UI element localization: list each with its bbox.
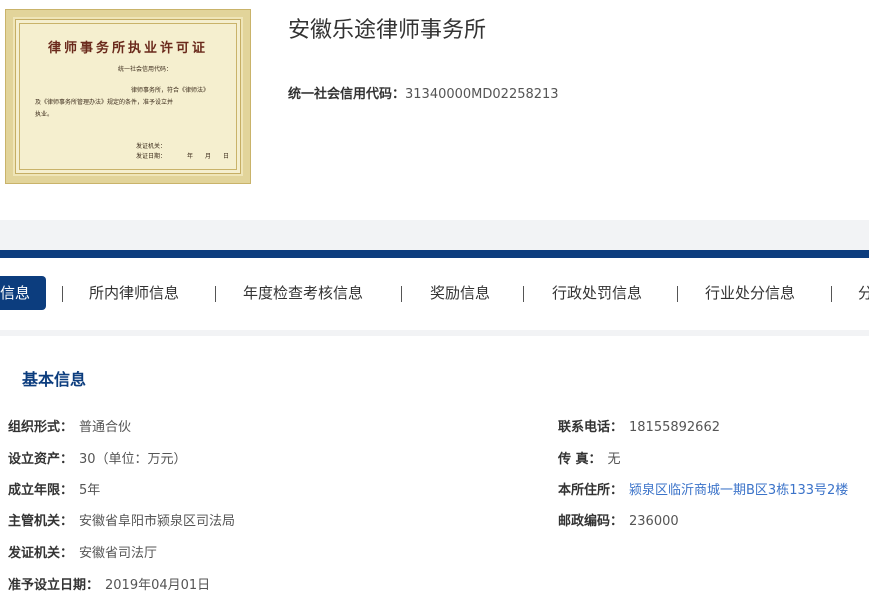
credit-code-label: 统一社会信用代码： [288, 87, 406, 102]
license-certificate-image: 律师事务所执业许可证 统一社会信用代码： 律师事务所，符合《律师法》 及《律师事… [5, 9, 251, 184]
section-divider [0, 330, 869, 336]
certificate-line: 发证日期： 年 月 日 [136, 153, 230, 160]
tab-separator [523, 286, 524, 302]
tab-lawyers[interactable]: 所内律师信息 [89, 276, 179, 310]
info-row-approval-date: 准予设立日期： 2019年04月01日 [8, 574, 210, 593]
info-label: 发证机关： [8, 546, 74, 561]
info-row-address: 本所住所： 颍泉区临沂商城一期B区3栋133号2楼 [558, 479, 848, 498]
info-value: 5年 [79, 483, 101, 498]
tab-annual-inspection[interactable]: 年度检查考核信息 [243, 276, 363, 310]
info-value: 30（单位：万元） [79, 452, 187, 467]
tabs-top-bar [0, 250, 869, 258]
info-label: 本所住所： [558, 483, 624, 498]
certificate-title: 律师事务所执业许可证 [47, 41, 208, 56]
tab-more[interactable]: 分 [858, 276, 869, 310]
info-label: 传 真： [558, 452, 602, 467]
info-value: 2019年04月01日 [105, 578, 211, 593]
basic-info-title: 基本信息 [22, 370, 87, 389]
certificate-line: 发证机关： [136, 143, 167, 150]
credit-code-value: 31340000MD02258213 [405, 87, 559, 102]
tab-separator [831, 286, 832, 302]
firm-header: 律师事务所执业许可证 统一社会信用代码： 律师事务所，符合《律师法》 及《律师事… [0, 0, 869, 220]
tab-separator [677, 286, 678, 302]
info-value: 安徽省司法厅 [79, 546, 158, 561]
credit-code: 统一社会信用代码：31340000MD02258213 [288, 83, 559, 102]
info-row-issuing-authority: 发证机关： 安徽省司法厅 [8, 542, 157, 561]
info-label: 主管机关： [8, 514, 74, 529]
section-divider [0, 220, 869, 250]
firm-name: 安徽乐途律师事务所 [288, 17, 487, 42]
certificate-line: 律师事务所，符合《律师法》 [131, 87, 210, 94]
certificate-line: 执业。 [35, 111, 54, 118]
info-value: 236000 [629, 514, 679, 529]
tab-basic-info[interactable]: 信息 [0, 276, 47, 310]
address-link[interactable]: 颍泉区临沂商城一期B区3栋133号2楼 [629, 483, 848, 498]
info-row-supervising-authority: 主管机关： 安徽省阜阳市颍泉区司法局 [8, 510, 235, 529]
info-label: 组织形式： [8, 420, 74, 435]
info-row-years-established: 成立年限： 5年 [8, 479, 100, 498]
info-row-registered-capital: 设立资产： 30（单位：万元） [8, 448, 187, 467]
info-label: 联系电话： [558, 420, 624, 435]
info-tabs: 信息 所内律师信息 年度检查考核信息 奖励信息 行政处罚信息 行业处分信息 分 [0, 258, 869, 330]
certificate-line: 及《律师事务所管理办法》规定的条件，准予设立并 [35, 99, 174, 106]
info-label: 准予设立日期： [8, 578, 100, 593]
tab-separator [62, 286, 63, 302]
info-row-postal-code: 邮政编码： 236000 [558, 510, 679, 529]
info-row-fax: 传 真： 无 [558, 448, 621, 467]
info-label: 设立资产： [8, 452, 74, 467]
tab-administrative-penalties[interactable]: 行政处罚信息 [552, 276, 642, 310]
info-label: 邮政编码： [558, 514, 624, 529]
info-row-organization-form: 组织形式： 普通合伙 [8, 416, 131, 435]
info-value: 普通合伙 [79, 420, 132, 435]
info-label: 成立年限： [8, 483, 74, 498]
tab-awards[interactable]: 奖励信息 [430, 276, 490, 310]
tab-separator [215, 286, 216, 302]
tab-industry-sanctions[interactable]: 行业处分信息 [705, 276, 795, 310]
info-value: 安徽省阜阳市颍泉区司法局 [79, 514, 236, 529]
info-value: 18155892662 [629, 420, 720, 435]
info-row-phone: 联系电话： 18155892662 [558, 416, 720, 435]
certificate-line: 统一社会信用代码： [118, 66, 173, 73]
tab-separator [401, 286, 402, 302]
info-value: 无 [607, 452, 621, 467]
